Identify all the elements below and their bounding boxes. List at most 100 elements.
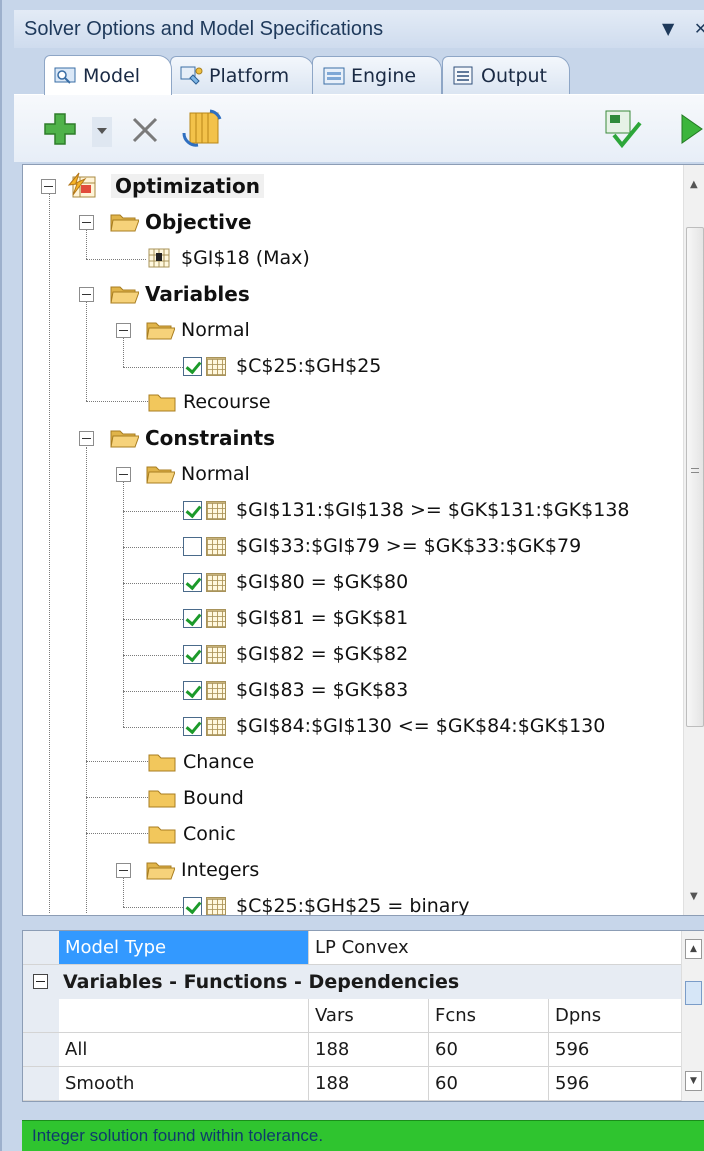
- tab-platform-label: Platform: [209, 64, 290, 87]
- tree-node-constraint-item[interactable]: $GI$80 = $GK$80: [183, 565, 408, 599]
- collapse-toggle[interactable]: [41, 179, 56, 194]
- properties-scrollbar[interactable]: ▲ ▼: [681, 931, 704, 1101]
- folder-icon: [148, 790, 176, 808]
- tree-scrollbar[interactable]: ▲ ▼: [683, 165, 704, 915]
- open-folder-icon: [146, 466, 175, 484]
- tree-line: [86, 301, 87, 401]
- tab-platform[interactable]: Platform: [170, 56, 314, 94]
- open-folder-icon: [146, 862, 175, 880]
- tree-node-constraint-item[interactable]: $GI$33:$GI$79 >= $GK$33:$GK$79: [183, 529, 581, 563]
- section-header[interactable]: Variables - Functions - Dependencies: [23, 965, 683, 999]
- tree-node-label: Recourse: [183, 391, 271, 413]
- tree-node-constraint-item[interactable]: $GI$131:$GI$138 >= $GK$131:$GK$138: [183, 493, 630, 527]
- tree-line: [123, 655, 183, 656]
- tree-line: [123, 877, 124, 907]
- tree-line: [123, 619, 183, 620]
- tree-node-constraints-normal[interactable]: Normal: [145, 457, 250, 491]
- tree-node-optimization[interactable]: Optimization: [63, 169, 264, 203]
- checkbox[interactable]: [183, 680, 202, 700]
- tree-node-label: Optimization: [111, 174, 264, 198]
- collapse-toggle[interactable]: [79, 431, 94, 446]
- model-type-label: Model Type: [59, 931, 309, 965]
- tab-engine-label: Engine: [351, 64, 417, 87]
- tree-line: [86, 447, 87, 913]
- scroll-up-icon[interactable]: ▲: [685, 939, 702, 959]
- collapse-toggle[interactable]: [116, 863, 131, 878]
- scroll-down-icon[interactable]: ▼: [685, 1071, 702, 1091]
- collapse-toggle[interactable]: [33, 974, 48, 989]
- tree-node-label: $GI$82 = $GK$82: [236, 643, 409, 665]
- model-type-value[interactable]: LP Convex: [309, 931, 683, 965]
- table-cell: All: [59, 1033, 309, 1067]
- section-title: Variables - Functions - Dependencies: [63, 971, 460, 993]
- range-icon: [206, 896, 226, 915]
- checkbox[interactable]: [183, 536, 202, 556]
- tree-node-constraint-item[interactable]: $GI$81 = $GK$81: [183, 601, 408, 635]
- tree-node-variable-item[interactable]: $C$25:$GH$25: [183, 349, 381, 383]
- collapse-toggle[interactable]: [116, 323, 131, 338]
- tree-line: [123, 907, 183, 908]
- tab-model[interactable]: Model: [44, 55, 172, 95]
- tree-node-constraint-item[interactable]: $GI$83 = $GK$83: [183, 673, 408, 707]
- scrollbar-thumb[interactable]: [685, 981, 702, 1005]
- checkbox[interactable]: [183, 356, 202, 376]
- tree-node-label: $GI$33:$GI$79 >= $GK$33:$GK$79: [236, 535, 582, 557]
- scroll-down-icon[interactable]: ▼: [690, 891, 698, 902]
- tree-node-label: Integers: [181, 859, 260, 881]
- close-icon[interactable]: ✕: [694, 19, 704, 38]
- tab-engine[interactable]: Engine: [312, 56, 442, 94]
- model-tree[interactable]: Optimization Objective $GI$18 (Max) Vari…: [22, 164, 704, 916]
- checkbox[interactable]: [183, 716, 202, 736]
- tree-line: [49, 193, 50, 913]
- checkbox[interactable]: [183, 644, 202, 664]
- tree-node-objective[interactable]: Objective: [109, 205, 252, 239]
- tree-line: [86, 761, 148, 762]
- folder-icon: [148, 394, 176, 412]
- tree-node-integer-item[interactable]: $C$25:$GH$25 = binary: [183, 889, 469, 915]
- tree-node-label: $GI$81 = $GK$81: [236, 607, 409, 629]
- scrollbar-thumb[interactable]: [686, 227, 704, 727]
- solve-button[interactable]: [676, 111, 704, 147]
- tree-node-chance[interactable]: Chance: [147, 745, 254, 779]
- tree-node-recourse[interactable]: Recourse: [147, 385, 271, 419]
- collapse-toggle[interactable]: [79, 215, 94, 230]
- checkbox[interactable]: [183, 572, 202, 592]
- tree-node-integers[interactable]: Integers: [145, 853, 259, 887]
- tree-node-bound[interactable]: Bound: [147, 781, 244, 815]
- play-icon: [681, 114, 703, 144]
- row-gutter: [23, 1067, 59, 1101]
- chevron-down-icon: [97, 128, 107, 134]
- tree-node-constraint-item[interactable]: $GI$84:$GI$130 <= $GK$84:$GK$130: [183, 709, 605, 743]
- refresh-button[interactable]: [180, 107, 226, 151]
- add-dropdown-button[interactable]: [92, 117, 112, 147]
- collapse-toggle[interactable]: [79, 287, 94, 302]
- tree-node-label: $GI$80 = $GK$80: [236, 571, 409, 593]
- checkbox[interactable]: [183, 500, 202, 520]
- properties-grid: Model Type LP Convex Variables - Functio…: [22, 930, 704, 1102]
- tab-output[interactable]: Output: [442, 56, 570, 94]
- tree-node-variables-normal[interactable]: Normal: [145, 313, 250, 347]
- collapse-toggle[interactable]: [116, 467, 131, 482]
- tree-node-objective-cell[interactable]: $GI$18 (Max): [147, 241, 310, 275]
- tree-node-variables[interactable]: Variables: [109, 277, 250, 311]
- objective-cell-icon: [148, 248, 170, 268]
- tree-node-label: $GI$83 = $GK$83: [236, 679, 409, 701]
- row-gutter: [23, 999, 59, 1033]
- tree-node-conic[interactable]: Conic: [147, 817, 236, 851]
- analyze-button[interactable]: [600, 107, 646, 151]
- checkbox[interactable]: [183, 896, 202, 915]
- row-gutter: [23, 931, 59, 965]
- model-type-row[interactable]: Model Type LP Convex: [23, 931, 683, 965]
- delete-button[interactable]: [128, 113, 162, 147]
- tree-node-constraint-item[interactable]: $GI$82 = $GK$82: [183, 637, 408, 671]
- tree-line: [86, 797, 148, 798]
- triangle-down-icon[interactable]: ▼: [662, 19, 674, 38]
- checkbox[interactable]: [183, 608, 202, 628]
- panel-title: Solver Options and Model Specifications: [24, 17, 384, 40]
- tree-node-constraints[interactable]: Constraints: [109, 421, 275, 455]
- scroll-up-icon[interactable]: ▲: [690, 179, 698, 190]
- column-header: [59, 999, 309, 1033]
- plus-icon: [44, 113, 76, 145]
- add-button[interactable]: [42, 111, 78, 147]
- table-cell: 188: [309, 1033, 429, 1067]
